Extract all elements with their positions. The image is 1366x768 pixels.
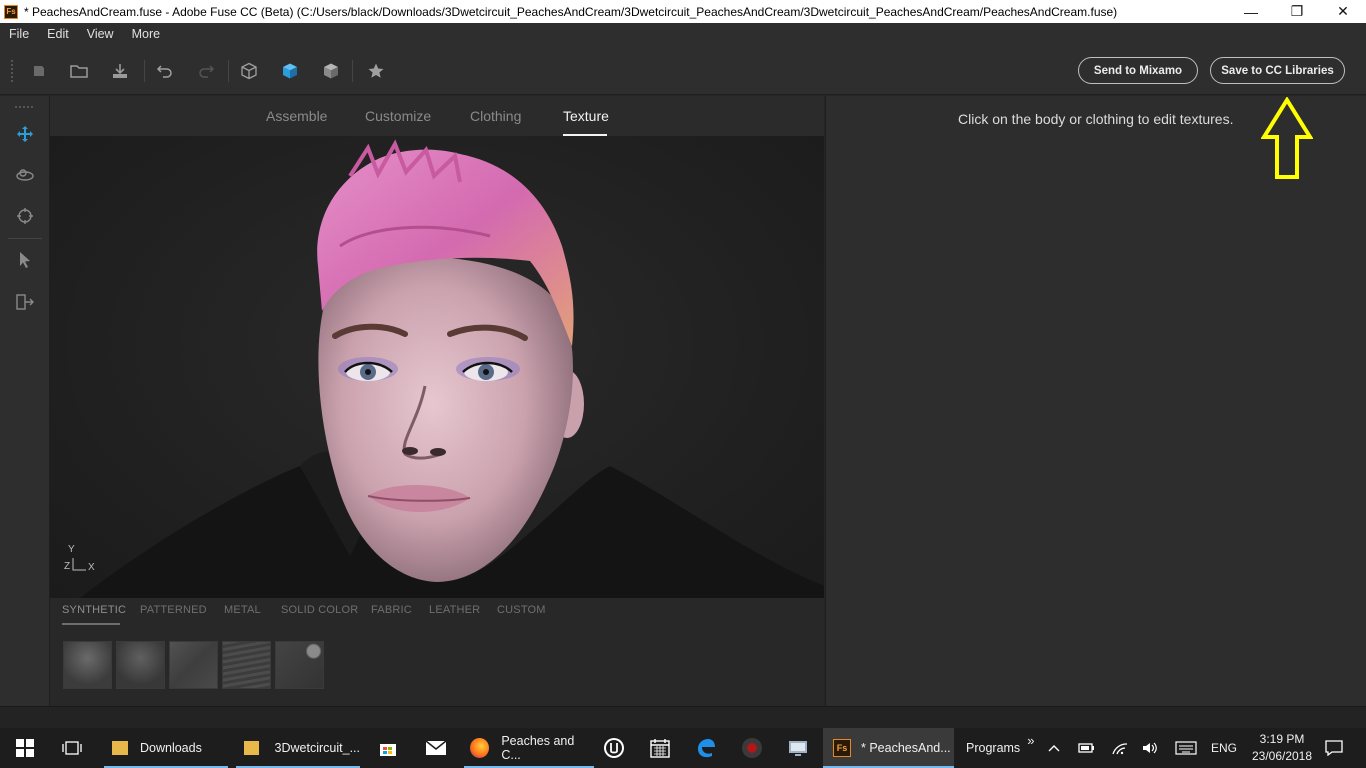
texture-properties-panel: Click on the body or clothing to edit te… xyxy=(825,96,1366,706)
window-title: * PeachesAndCream.fuse - Adobe Fuse CC (… xyxy=(24,4,1118,19)
toolbar-separator xyxy=(228,60,229,82)
toolbar: Send to Mixamo Save to CC Libraries xyxy=(0,45,1366,95)
pose-tool-icon[interactable] xyxy=(12,289,38,315)
new-file-icon[interactable] xyxy=(26,58,52,84)
toolbar-grip xyxy=(11,60,13,82)
save-to-cc-libraries-button[interactable]: Save to CC Libraries xyxy=(1210,57,1345,84)
rail-grip xyxy=(15,106,35,108)
start-button[interactable] xyxy=(12,728,38,768)
touch-keyboard-icon[interactable] xyxy=(1172,728,1200,768)
close-button[interactable]: ✕ xyxy=(1320,0,1366,23)
material-swatch[interactable] xyxy=(63,641,112,689)
target-tool-icon[interactable] xyxy=(12,203,38,229)
minimize-button[interactable]: — xyxy=(1228,0,1274,23)
character-model xyxy=(80,139,824,598)
axis-gizmo: Y Z X xyxy=(64,544,104,584)
texture-hint-text: Click on the body or clothing to edit te… xyxy=(958,111,1234,127)
fuse-app-icon: Fs xyxy=(4,4,18,19)
battery-icon[interactable] xyxy=(1074,728,1098,768)
task-view-icon[interactable] xyxy=(58,728,86,768)
menu-view[interactable]: View xyxy=(78,27,123,41)
tab-texture[interactable]: Texture xyxy=(563,108,609,124)
cube-solid-icon[interactable] xyxy=(318,58,344,84)
mode-tabs: Assemble Customize Clothing Texture xyxy=(50,96,824,136)
taskbar-item-firefox[interactable]: Peaches and C... xyxy=(464,728,594,768)
material-tab-solid-color[interactable]: SOLID COLOR xyxy=(281,604,358,616)
toolbar-chevron[interactable]: » xyxy=(1027,733,1034,748)
material-tab-custom[interactable]: CUSTOM xyxy=(497,604,546,616)
edge-browser-icon[interactable] xyxy=(693,728,719,768)
store-icon[interactable] xyxy=(374,728,402,768)
fuse-icon: Fs xyxy=(833,739,851,757)
left-tool-rail xyxy=(0,96,50,706)
material-tab-fabric[interactable]: FABRIC xyxy=(371,604,412,616)
tab-clothing[interactable]: Clothing xyxy=(470,108,521,124)
tab-assemble[interactable]: Assemble xyxy=(266,108,327,124)
orbit-tool-icon[interactable] xyxy=(12,162,38,188)
windows-taskbar: Downloads 3Dwetcircuit_... Peaches and C… xyxy=(0,728,1366,768)
clock[interactable]: 3:19 PM 23/06/2018 xyxy=(1244,728,1320,768)
star-icon[interactable] xyxy=(363,58,389,84)
redo-icon[interactable] xyxy=(193,58,219,84)
undo-icon[interactable] xyxy=(152,58,178,84)
toolbar-separator xyxy=(144,60,145,82)
open-folder-icon[interactable] xyxy=(66,58,92,84)
wifi-icon[interactable] xyxy=(1108,728,1132,768)
menu-more[interactable]: More xyxy=(123,27,169,41)
material-tab-metal[interactable]: METAL xyxy=(224,604,261,616)
cube-shaded-icon[interactable] xyxy=(277,58,303,84)
status-strip xyxy=(0,706,1366,728)
clock-time: 3:19 PM xyxy=(1259,732,1305,746)
material-tab-synthetic[interactable]: SYNTHETIC xyxy=(62,604,126,616)
calendar-icon[interactable] xyxy=(647,728,673,768)
folder-icon xyxy=(244,741,259,755)
material-swatch[interactable] xyxy=(169,641,218,689)
toolbar-separator xyxy=(352,60,353,82)
move-tool-icon[interactable] xyxy=(12,121,38,147)
3d-viewport[interactable]: Y Z X xyxy=(50,136,824,598)
firefox-icon xyxy=(470,738,490,758)
annotation-arrow-icon xyxy=(1260,96,1314,186)
input-language[interactable]: ENG xyxy=(1206,728,1242,768)
action-center-icon[interactable] xyxy=(1320,728,1348,768)
material-panel: SYNTHETIC PATTERNED METAL SOLID COLOR FA… xyxy=(50,598,824,706)
menu-file[interactable]: File xyxy=(0,27,38,41)
material-tab-leather[interactable]: LEATHER xyxy=(429,604,480,616)
app-red-icon[interactable] xyxy=(739,728,765,768)
clock-date: 23/06/2018 xyxy=(1251,749,1313,763)
folder-icon xyxy=(112,741,128,755)
app-monitor-icon[interactable] xyxy=(785,728,811,768)
cube-wireframe-icon[interactable] xyxy=(236,58,262,84)
menu-edit[interactable]: Edit xyxy=(38,27,78,41)
select-arrow-icon[interactable] xyxy=(12,247,38,273)
unreal-engine-icon[interactable] xyxy=(601,728,627,768)
programs-toolbar[interactable]: Programs » xyxy=(966,728,1034,768)
download-icon[interactable] xyxy=(107,58,133,84)
send-to-mixamo-button[interactable]: Send to Mixamo xyxy=(1078,57,1198,84)
tab-customize[interactable]: Customize xyxy=(365,108,431,124)
rail-separator xyxy=(8,238,42,239)
material-swatch[interactable] xyxy=(222,641,271,689)
taskbar-item-downloads[interactable]: Downloads xyxy=(104,728,228,768)
restore-button[interactable]: ❐ xyxy=(1274,0,1320,23)
menu-bar: File Edit View More xyxy=(0,23,1366,45)
title-bar: Fs * PeachesAndCream.fuse - Adobe Fuse C… xyxy=(0,0,1366,23)
show-hidden-icons[interactable] xyxy=(1044,728,1064,768)
taskbar-item-3dwetcircuit[interactable]: 3Dwetcircuit_... xyxy=(236,728,360,768)
material-swatch[interactable] xyxy=(275,641,324,689)
taskbar-item-fuse[interactable]: Fs * PeachesAnd... xyxy=(823,728,954,768)
material-tab-indicator xyxy=(62,623,120,625)
mail-icon[interactable] xyxy=(422,728,450,768)
material-tab-patterned[interactable]: PATTERNED xyxy=(140,604,207,616)
volume-icon[interactable] xyxy=(1138,728,1162,768)
material-swatch[interactable] xyxy=(116,641,165,689)
